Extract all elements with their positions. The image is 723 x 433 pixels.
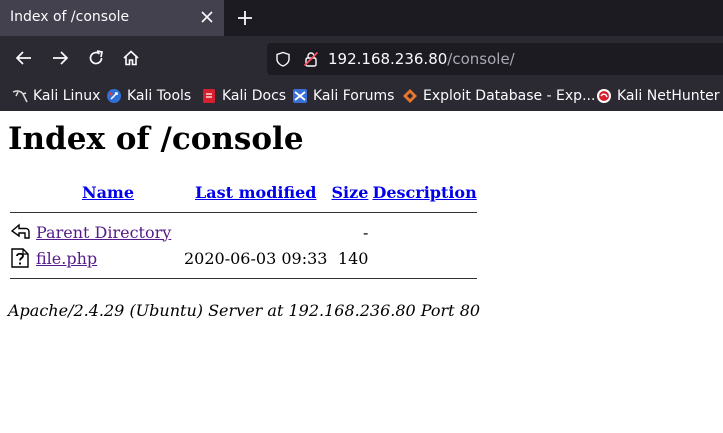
kali-dragon-icon [12, 90, 28, 103]
kali-forums-icon [293, 89, 307, 103]
active-tab[interactable]: Index of /console [0, 0, 224, 36]
page-heading: Index of /console [8, 121, 304, 157]
footer-rule-row [8, 271, 479, 285]
divider [10, 277, 477, 279]
size-column-header: Size [329, 179, 370, 205]
parent-directory-link[interactable]: Parent Directory [36, 223, 171, 242]
table-row: Parent Directory - [8, 219, 479, 245]
bookmark-kali-nethunter[interactable]: Kali NetHunter [596, 86, 719, 106]
exploit-db-icon [403, 89, 417, 103]
back-arrow-icon [10, 223, 30, 239]
divider [10, 211, 477, 213]
directory-listing: Name Last modified Size Description Pare… [8, 179, 479, 285]
tab-title: Index of /console [10, 9, 130, 25]
plus-icon[interactable] [236, 9, 254, 27]
bookmark-kali-docs[interactable]: Kali Docs [201, 86, 286, 106]
bookmark-label: Kali NetHunter [617, 88, 720, 104]
description-cell [370, 219, 478, 245]
sort-by-name-link[interactable]: Name [82, 183, 134, 202]
bookmark-label: Kali Tools [127, 88, 192, 104]
sort-by-modified-link[interactable]: Last modified [195, 183, 316, 202]
bookmark-exploit-database[interactable]: Exploit Database - Exp... [402, 86, 595, 106]
shield-icon[interactable] [275, 51, 291, 67]
url-host: 192.168.236.80 [328, 50, 448, 68]
sort-by-size-link[interactable]: Size [332, 183, 369, 202]
bookmark-kali-tools[interactable]: Kali Tools [106, 86, 191, 106]
bookmark-kali-linux[interactable]: Kali Linux [12, 86, 100, 106]
close-icon[interactable] [199, 9, 215, 25]
table-row: file.php 2020-06-03 09:33 140 [8, 245, 479, 271]
bookmark-label: Exploit Database - Exp... [423, 88, 596, 104]
server-signature: Apache/2.4.29 (Ubuntu) Server at 192.168… [8, 301, 481, 320]
tab-bar: Index of /console [0, 0, 723, 36]
url-text[interactable]: 192.168.236.80/console/ [328, 50, 515, 68]
url-path: /console/ [447, 50, 515, 68]
file-link[interactable]: file.php [36, 249, 97, 268]
description-column-header: Description [370, 179, 478, 205]
description-cell [370, 245, 478, 271]
name-column-header: Name [34, 179, 182, 205]
kali-tools-icon [107, 89, 121, 103]
bookmark-kali-forums[interactable]: Kali Forums [292, 86, 394, 106]
bookmark-label: Kali Docs [222, 88, 287, 104]
size-cell: - [363, 222, 369, 242]
page-content: Index of /console Name Last modified Siz… [0, 111, 723, 433]
forward-arrow-icon[interactable] [51, 49, 69, 67]
home-icon[interactable] [122, 49, 140, 67]
kali-docs-icon [203, 89, 215, 103]
modified-cell: 2020-06-03 09:33 [184, 248, 328, 268]
modified-column-header: Last modified [182, 179, 329, 205]
reload-icon[interactable] [87, 49, 105, 67]
back-arrow-icon[interactable] [15, 49, 33, 67]
kali-nethunter-icon [597, 89, 611, 103]
icon-column-header [8, 179, 34, 205]
insecure-lock-icon[interactable] [303, 51, 319, 67]
bookmark-label: Kali Linux [33, 88, 101, 104]
modified-cell [182, 219, 329, 245]
unknown-file-icon [11, 248, 29, 268]
bookmark-label: Kali Forums [313, 88, 395, 104]
header-rule-row [8, 205, 479, 219]
listing-header-row: Name Last modified Size Description [8, 179, 479, 205]
sort-by-description-link[interactable]: Description [372, 183, 476, 202]
size-cell: 140 [337, 248, 369, 268]
